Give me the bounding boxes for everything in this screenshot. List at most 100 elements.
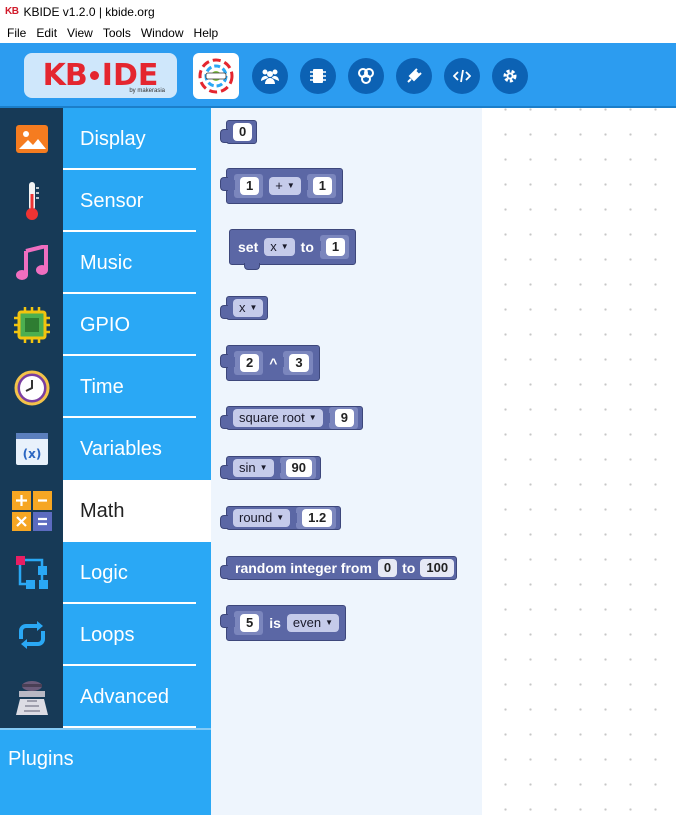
window-title: KBIDE v1.2.0 | kbide.org — [23, 4, 155, 19]
category-time[interactable]: Time — [63, 356, 211, 418]
plugins-section[interactable]: Plugins — [0, 728, 211, 815]
window-title-bar: KB KBIDE v1.2.0 | kbide.org — [0, 0, 676, 23]
function-dropdown[interactable]: square root ▼ — [233, 408, 323, 428]
chip-icon — [13, 307, 50, 343]
number-field[interactable]: 3 — [289, 354, 309, 372]
category-logic[interactable]: Logic — [63, 542, 211, 604]
music-icon — [15, 245, 48, 280]
number-field[interactable]: 0 — [377, 559, 398, 577]
math-round-block[interactable]: round ▼ 1.2 — [219, 506, 342, 530]
math-arithmetic-block[interactable]: 1 + ▼ 1 — [220, 168, 343, 204]
function-value: square root — [239, 409, 305, 425]
category-icon-math[interactable] — [0, 480, 63, 542]
blocks-button[interactable] — [348, 58, 384, 94]
number-property-block[interactable]: 5 is even ▼ — [219, 605, 347, 641]
category-label: Advanced — [80, 685, 169, 708]
number-field[interactable]: 5 — [240, 614, 260, 632]
variable-dropdown[interactable]: x ▼ — [264, 237, 295, 257]
operator-value: + — [275, 177, 283, 193]
math-function-block[interactable]: square root ▼ 9 — [220, 406, 363, 430]
toolbar: KB IDE by makerasia — [0, 43, 676, 108]
display-icon — [15, 125, 48, 153]
code-button[interactable] — [444, 58, 480, 94]
menu-tools[interactable]: Tools — [98, 26, 136, 40]
number-field[interactable]: 2 — [240, 354, 260, 372]
variable-dropdown[interactable]: x ▼ — [233, 298, 264, 318]
plugin-button[interactable] — [396, 58, 432, 94]
blocks-icon — [358, 68, 374, 84]
kbide-logo: KB IDE by makerasia — [24, 53, 177, 98]
advanced-icon — [15, 681, 48, 715]
menu-view[interactable]: View — [62, 26, 98, 40]
category-music[interactable]: Music — [63, 232, 211, 294]
category-icon-variables[interactable]: (x) — [0, 418, 63, 480]
number-field[interactable]: 1 — [240, 177, 260, 195]
category-label: Variables — [80, 437, 162, 460]
operator-dropdown[interactable]: + ▼ — [269, 176, 301, 196]
number-field[interactable]: 90 — [285, 459, 313, 477]
is-label: is — [269, 615, 281, 631]
settings-button[interactable] — [492, 58, 528, 94]
category-sensor[interactable]: Sensor — [63, 170, 211, 232]
math-power-block[interactable]: 2 ^ 3 — [220, 345, 320, 381]
trig-dropdown[interactable]: sin ▼ — [233, 458, 274, 478]
variable-value: x — [239, 299, 246, 315]
chevron-down-icon: ▼ — [249, 303, 258, 313]
board-logo-button[interactable] — [193, 53, 239, 99]
property-value: even — [292, 614, 322, 630]
math-trig-block[interactable]: sin ▼ 90 — [219, 456, 322, 480]
round-value: round — [239, 509, 273, 525]
round-dropdown[interactable]: round ▼ — [233, 508, 291, 528]
category-list: Display Sensor Music GPIO Time Variables… — [63, 108, 211, 728]
category-icon-gpio[interactable] — [0, 294, 63, 356]
chevron-down-icon: ▼ — [308, 413, 317, 423]
board-icon — [310, 69, 326, 83]
blockly-workspace[interactable] — [482, 108, 676, 815]
category-loops[interactable]: Loops — [63, 604, 211, 666]
power-exponent-slot: 3 — [280, 351, 313, 375]
number-field[interactable]: 0 — [233, 123, 253, 141]
category-icon-sensor[interactable] — [0, 170, 63, 232]
logic-icon — [15, 556, 48, 589]
number-field[interactable]: 1 — [325, 238, 346, 256]
set-variable-block[interactable]: set x ▼ to 1 — [229, 229, 357, 270]
variables-icon: (x) — [15, 433, 48, 465]
math-number-block[interactable]: 0 — [219, 120, 258, 144]
number-field[interactable]: 100 — [420, 559, 455, 577]
number-field[interactable]: 1.2 — [302, 509, 333, 527]
category-icon-display[interactable] — [0, 108, 63, 170]
people-button[interactable] — [252, 58, 288, 94]
thermometer-icon — [25, 182, 39, 220]
menu-edit[interactable]: Edit — [31, 26, 62, 40]
chevron-down-icon: ▼ — [280, 242, 289, 252]
menu-help[interactable]: Help — [189, 26, 224, 40]
category-icon-time[interactable] — [0, 356, 63, 418]
number-field[interactable]: 1 — [312, 177, 332, 195]
menu-window[interactable]: Window — [136, 26, 189, 40]
number-field[interactable]: 9 — [334, 409, 354, 427]
category-gpio[interactable]: GPIO — [63, 294, 211, 356]
category-icon-logic[interactable] — [0, 542, 63, 604]
category-icon-advanced[interactable] — [0, 666, 63, 728]
set-label: set — [238, 239, 259, 255]
arith-left-slot: 1 — [230, 174, 264, 198]
category-icon-music[interactable] — [0, 232, 63, 294]
plugins-label: Plugins — [8, 748, 74, 770]
power-operator: ^ — [269, 355, 278, 371]
clock-icon — [14, 370, 49, 406]
app-icon: KB — [5, 6, 19, 17]
category-advanced[interactable]: Advanced — [63, 666, 211, 728]
random-integer-block[interactable]: random integer from 0 to 100 — [219, 556, 458, 580]
variable-getter-block[interactable]: x ▼ — [219, 296, 269, 320]
round-input-slot: 1.2 — [293, 507, 337, 529]
category-display[interactable]: Display — [63, 108, 211, 170]
board-button[interactable] — [300, 58, 336, 94]
menu-bar: File Edit View Tools Window Help — [0, 23, 676, 43]
trig-input-slot: 90 — [276, 457, 317, 479]
category-variables[interactable]: Variables — [63, 418, 211, 480]
svg-text:(x): (x) — [22, 447, 41, 461]
category-icon-loops[interactable] — [0, 604, 63, 666]
property-dropdown[interactable]: even ▼ — [286, 613, 340, 633]
category-math[interactable]: Math — [63, 480, 211, 542]
menu-file[interactable]: File — [2, 26, 31, 40]
